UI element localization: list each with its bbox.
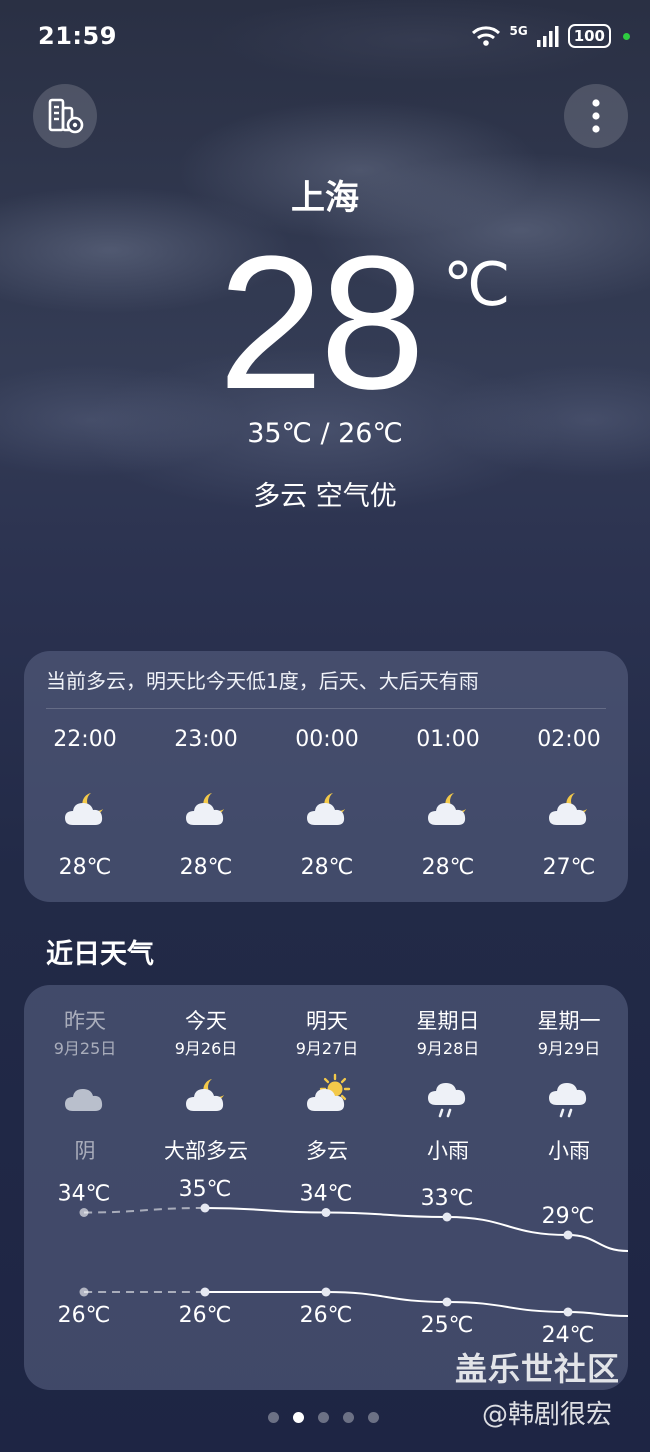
high-temp-line-segment bbox=[204, 1207, 327, 1214]
hour-temperature: 28℃ bbox=[58, 855, 112, 880]
high-temp-label: 35℃ bbox=[179, 1177, 232, 1202]
hourly-item: 01:00 28℃ bbox=[388, 727, 508, 880]
hourly-item: 02:00 27℃ bbox=[509, 727, 629, 880]
hourly-item: 00:00 28℃ bbox=[267, 727, 387, 880]
high-temp-line-segment bbox=[567, 1234, 628, 1252]
high-temp-point bbox=[79, 1208, 89, 1217]
page-dot[interactable] bbox=[318, 1412, 329, 1423]
high-temp-point bbox=[442, 1212, 452, 1222]
low-temp-point bbox=[79, 1287, 89, 1297]
hourly-forecast-card[interactable]: 当前多云，明天比今天低1度，后天、大后天有雨 22:00 28℃ 23:00 2… bbox=[24, 651, 628, 902]
low-temp-label: 26℃ bbox=[58, 1303, 111, 1328]
manage-cities-button[interactable] bbox=[33, 84, 97, 148]
status-bar: 21:59 5G 100 bbox=[0, 0, 650, 72]
hour-time: 02:00 bbox=[537, 727, 601, 752]
status-icons: 5G 100 bbox=[471, 24, 630, 48]
high-temp-line-segment bbox=[325, 1211, 448, 1218]
low-temp-line-segment bbox=[325, 1291, 448, 1303]
hourly-item: 22:00 28℃ bbox=[25, 727, 145, 880]
hour-temperature: 27℃ bbox=[542, 855, 596, 880]
hour-time: 23:00 bbox=[174, 727, 238, 752]
cloudy-night-icon bbox=[267, 787, 387, 835]
temperature-trend-chart: 34℃26℃35℃26℃34℃26℃33℃25℃29℃24℃ bbox=[58, 1177, 628, 1348]
cloudy-night-icon bbox=[146, 787, 266, 835]
low-temp-label: 26℃ bbox=[300, 1303, 353, 1328]
low-temp-label: 25℃ bbox=[421, 1313, 474, 1338]
current-temperature: 28 bbox=[218, 217, 425, 429]
low-temp-point bbox=[321, 1287, 331, 1297]
page-indicator bbox=[268, 1412, 379, 1423]
low-temp-label: 26℃ bbox=[179, 1303, 232, 1328]
hour-time: 00:00 bbox=[295, 727, 359, 752]
high-temp-line-segment bbox=[83, 1207, 206, 1214]
daily-forecast-card[interactable]: 昨天 9月25日 阴 今天 9月26日 大部多云 明天 9月27日 多云 星期日… bbox=[24, 985, 628, 1390]
more-options-button[interactable] bbox=[564, 84, 628, 148]
privacy-dot bbox=[623, 32, 630, 40]
low-temp-line-segment bbox=[567, 1311, 628, 1317]
high-temp-point bbox=[321, 1208, 331, 1217]
low-temp-point bbox=[563, 1307, 573, 1317]
wifi-icon bbox=[472, 26, 501, 46]
hour-time: 01:00 bbox=[416, 727, 480, 752]
cloudy-night-icon bbox=[25, 787, 145, 835]
cloudy-night-icon bbox=[509, 787, 629, 835]
page-dot[interactable] bbox=[293, 1412, 304, 1423]
high-temp-point bbox=[200, 1203, 210, 1213]
high-temp-point bbox=[563, 1230, 573, 1240]
low-temp-line-segment bbox=[446, 1301, 569, 1313]
status-time: 21:59 bbox=[38, 22, 117, 50]
more-vertical-icon bbox=[592, 99, 600, 133]
hourly-item: 23:00 28℃ bbox=[146, 727, 266, 880]
page-dot[interactable] bbox=[368, 1412, 379, 1423]
cloudy-night-icon bbox=[388, 787, 508, 835]
battery-indicator: 100 bbox=[567, 24, 611, 48]
page-dot[interactable] bbox=[268, 1412, 279, 1423]
network-type: 5G bbox=[509, 24, 528, 38]
hour-temperature: 28℃ bbox=[179, 855, 233, 880]
high-temp-label: 29℃ bbox=[542, 1204, 595, 1229]
watermark-author: @韩剧很宏 bbox=[482, 1400, 613, 1430]
high-temp-label: 34℃ bbox=[300, 1182, 353, 1207]
temperature-unit: ℃ bbox=[443, 250, 511, 320]
high-temp-label: 33℃ bbox=[421, 1186, 474, 1211]
watermark-community: 盖乐世社区 bbox=[455, 1350, 621, 1388]
high-temp-label: 34℃ bbox=[58, 1182, 111, 1207]
low-temp-point bbox=[200, 1287, 210, 1297]
low-temp-point bbox=[442, 1297, 452, 1307]
hour-temperature: 28℃ bbox=[300, 855, 354, 880]
signal-icon bbox=[536, 26, 559, 47]
hour-time: 22:00 bbox=[53, 727, 117, 752]
hour-temperature: 28℃ bbox=[421, 855, 475, 880]
page-dot[interactable] bbox=[343, 1412, 354, 1423]
today-high-low: 35℃ / 26℃ bbox=[247, 418, 403, 449]
city-settings-icon bbox=[48, 98, 84, 134]
current-condition: 多云 空气优 bbox=[253, 481, 397, 512]
daily-section-title: 近日天气 bbox=[46, 939, 154, 970]
forecast-summary: 当前多云，明天比今天低1度，后天、大后天有雨 bbox=[46, 669, 479, 693]
divider bbox=[46, 708, 606, 709]
city-name[interactable]: 上海 bbox=[0, 170, 650, 219]
